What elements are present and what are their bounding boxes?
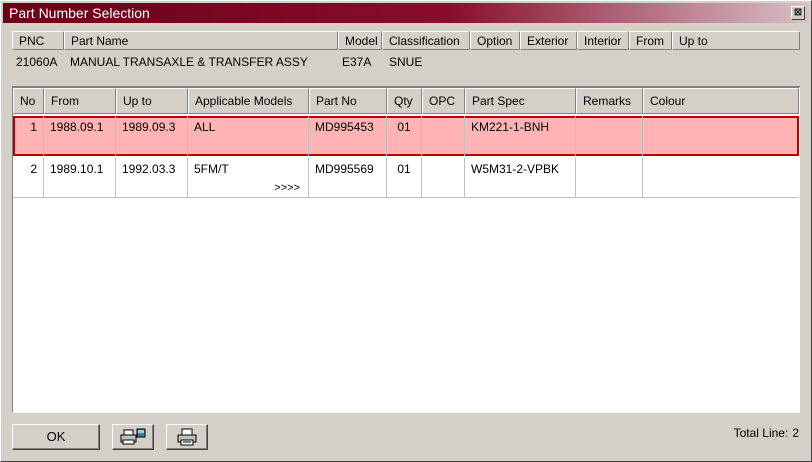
pnc-value: 21060A	[16, 55, 58, 69]
cell-up-to: 1989.09.3	[116, 116, 188, 156]
column-header-up-to[interactable]: Up to	[116, 88, 188, 114]
cell-applicable-models: 5FM/T >>>>	[188, 158, 309, 197]
model-value: E37A	[342, 55, 372, 69]
column-header-opc[interactable]: OPC	[422, 88, 465, 114]
column-header-colour[interactable]: Colour	[643, 88, 799, 114]
more-models-link[interactable]: >>>>	[274, 182, 300, 194]
total-value: 2	[792, 426, 799, 440]
cell-qty: 01	[387, 116, 422, 156]
cell-from: 1989.10.1	[44, 158, 116, 197]
cell-qty: 01	[387, 158, 422, 197]
cell-from: 1988.09.1	[44, 116, 116, 156]
cell-colour	[643, 116, 799, 156]
cell-part-spec: KM221-1-BNH	[465, 116, 576, 156]
column-header-part-spec[interactable]: Part Spec	[465, 88, 576, 114]
cell-colour	[643, 158, 799, 197]
models-text: 5FM/T	[194, 162, 229, 176]
table-header: No From Up to Applicable Models Part No …	[13, 88, 799, 114]
cell-remarks	[576, 158, 643, 197]
part-name-value: MANUAL TRANSAXLE & TRANSFER ASSY	[70, 55, 308, 69]
header-col-pnc: PNC	[12, 31, 64, 50]
close-button[interactable]: ⊠	[791, 6, 805, 20]
printer-preview-icon	[120, 428, 146, 445]
part-number-selection-window: Part Number Selection ⊠ PNC Part Name Mo…	[0, 0, 812, 462]
header-col-part-name: Part Name	[64, 31, 338, 50]
table-row[interactable]: 1 1988.09.1 1989.09.3 ALL MD995453 01 KM…	[13, 116, 799, 156]
cell-part-spec: W5M31-2-VPBK	[465, 158, 576, 197]
header-col-model: Model	[338, 31, 382, 50]
printer-icon	[177, 428, 197, 446]
column-header-remarks[interactable]: Remarks	[576, 88, 643, 114]
window-title: Part Number Selection	[9, 5, 150, 21]
column-header-from[interactable]: From	[44, 88, 116, 114]
cell-no: 2	[13, 158, 44, 197]
column-header-no[interactable]: No	[13, 88, 44, 114]
column-header-part-no[interactable]: Part No	[309, 88, 387, 114]
print-preview-button[interactable]	[112, 424, 154, 450]
column-header-qty[interactable]: Qty	[387, 88, 422, 114]
cell-part-no: MD995569	[309, 158, 387, 197]
cell-up-to: 1992.03.3	[116, 158, 188, 197]
header-col-classification: Classification	[382, 31, 470, 50]
ok-button[interactable]: OK	[12, 424, 100, 450]
models-text: ALL	[194, 120, 216, 134]
total-line: Total Line: 2	[734, 426, 799, 440]
header-col-option: Option	[470, 31, 520, 50]
part-header: PNC Part Name Model Classification Optio…	[12, 31, 800, 85]
cell-applicable-models: ALL	[188, 116, 309, 156]
column-header-applicable-models[interactable]: Applicable Models	[188, 88, 309, 114]
total-label: Total Line:	[733, 426, 789, 440]
classification-value: SNUE	[389, 55, 423, 69]
cell-opc	[422, 158, 465, 197]
parts-table: No From Up to Applicable Models Part No …	[12, 87, 800, 413]
header-col-up-to: Up to	[672, 31, 800, 50]
header-col-from: From	[629, 31, 672, 50]
cell-remarks	[576, 116, 643, 156]
table-row[interactable]: 2 1989.10.1 1992.03.3 5FM/T >>>> MD99556…	[13, 158, 799, 198]
header-col-exterior: Exterior	[520, 31, 577, 50]
print-button[interactable]	[166, 424, 208, 450]
title-bar: Part Number Selection ⊠	[3, 3, 809, 23]
cell-opc	[422, 116, 465, 156]
cell-part-no: MD995453	[309, 116, 387, 156]
cell-no: 1	[13, 116, 44, 156]
header-col-interior: Interior	[577, 31, 629, 50]
